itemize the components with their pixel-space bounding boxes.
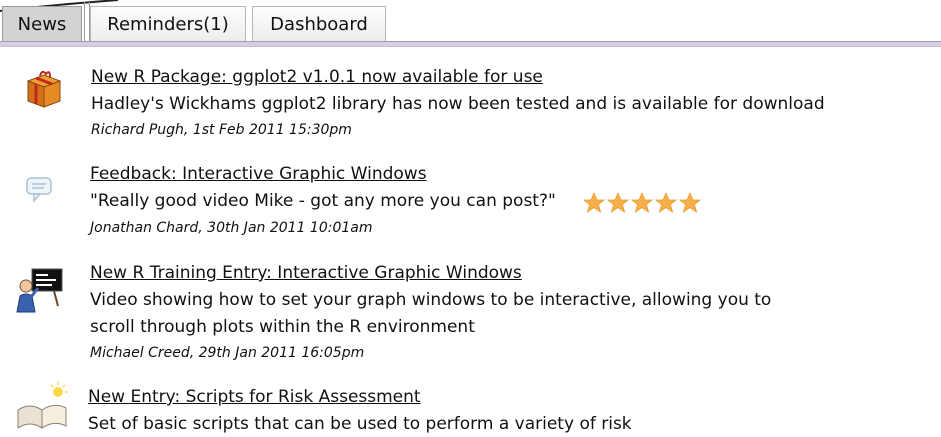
comment-icon <box>26 177 52 204</box>
news-title-link[interactable]: New R Training Entry: Interactive Graphi… <box>90 263 522 283</box>
tab-dashboard[interactable]: Dashboard <box>252 6 386 42</box>
open-book-icon <box>17 382 68 429</box>
news-feed: New R Package: ggplot2 v1.0.1 now availa… <box>0 47 941 434</box>
news-body: Hadley's Wickhams ggplot2 library has no… <box>91 94 825 114</box>
star-icon <box>631 192 653 213</box>
package-icon <box>26 70 62 108</box>
star-icon <box>655 192 677 213</box>
news-title-link[interactable]: New R Package: ggplot2 v1.0.1 now availa… <box>91 67 543 87</box>
star-icon <box>583 192 605 213</box>
news-title-link[interactable]: New Entry: Scripts for Risk Assessment <box>88 387 421 407</box>
tab-reminders[interactable]: Reminders(1) <box>90 6 246 42</box>
star-rating <box>583 192 701 214</box>
news-meta: Jonathan Chard, 30th Jan 2011 10:01am <box>90 220 373 236</box>
news-title-link[interactable]: Feedback: Interactive Graphic Windows <box>90 164 427 184</box>
news-body: scroll through plots within the R enviro… <box>90 317 475 337</box>
tab-bar: News Reminders(1) Dashboard <box>0 0 941 47</box>
news-meta: Michael Creed, 29th Jan 2011 16:05pm <box>90 345 365 361</box>
news-body: "Really good video Mike - got any more y… <box>90 191 556 211</box>
tab-news[interactable]: News <box>2 6 82 42</box>
star-icon <box>679 192 701 213</box>
news-meta: Richard Pugh, 1st Feb 2011 15:30pm <box>91 122 352 138</box>
star-icon <box>607 192 629 213</box>
news-body: Set of basic scripts that can be used to… <box>88 414 632 434</box>
training-presenter-icon <box>16 268 63 313</box>
news-body: Video showing how to set your graph wind… <box>90 290 772 310</box>
